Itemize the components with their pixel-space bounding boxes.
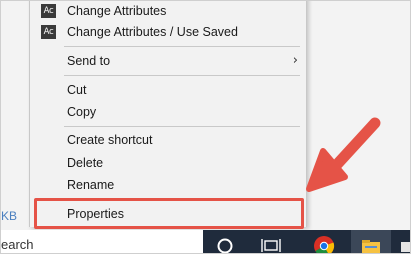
cortana-icon[interactable] <box>205 230 245 253</box>
taskbar-search-box[interactable]: earch <box>1 230 203 253</box>
taskbar-app-icon-partial[interactable] <box>395 230 410 253</box>
taskbar: earch <box>1 230 410 253</box>
chrome-icon[interactable] <box>304 230 344 253</box>
screenshot-frame: KB Ac Change Attributes Ac Change Attrib… <box>0 0 411 254</box>
file-explorer-icon[interactable] <box>351 230 391 253</box>
task-view-icon[interactable] <box>251 230 291 253</box>
red-arrow-annotation <box>306 117 381 192</box>
search-placeholder: earch <box>1 237 34 252</box>
